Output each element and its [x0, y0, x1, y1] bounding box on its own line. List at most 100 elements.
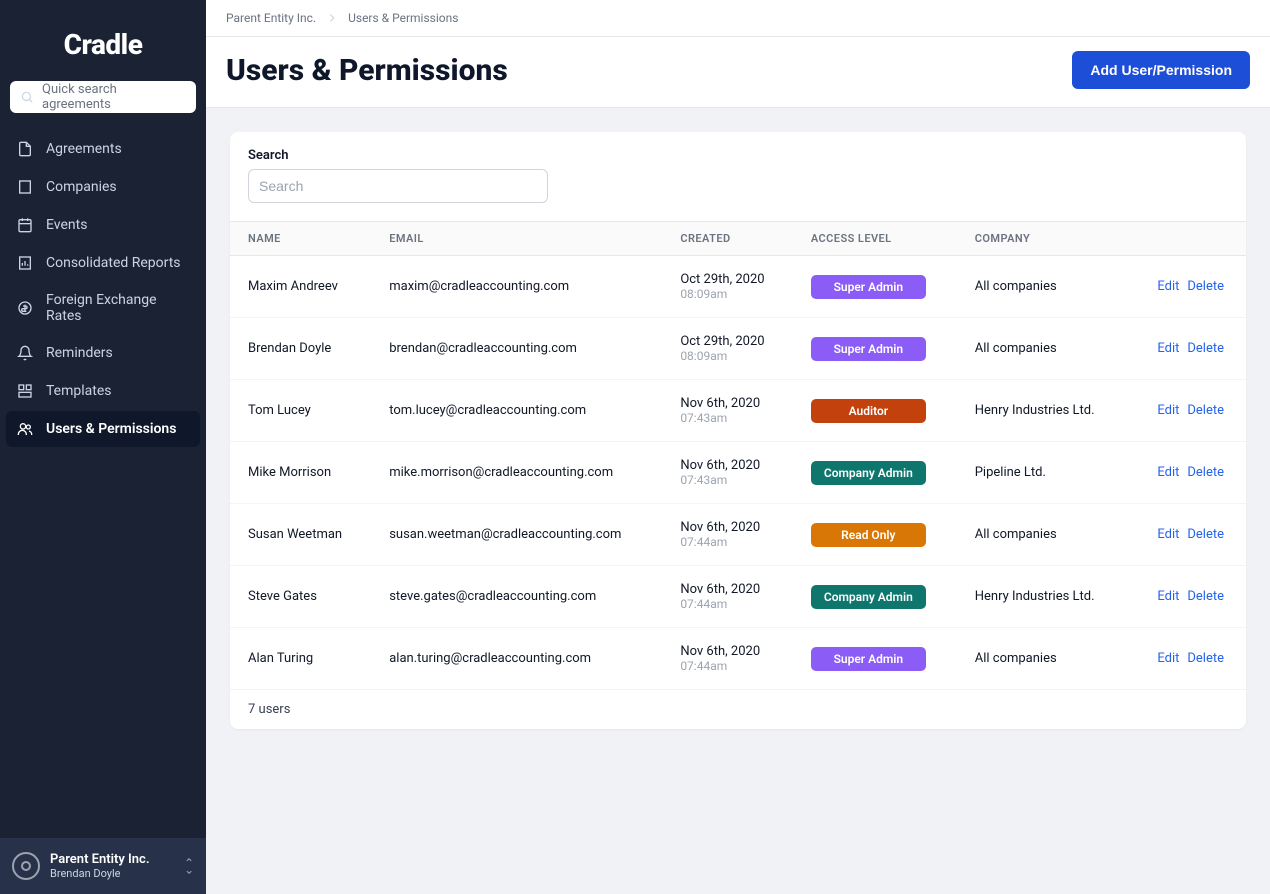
users-card: Search Name Email Created Access Level C…	[230, 132, 1246, 729]
cell-name: Susan Weetman	[230, 504, 371, 566]
delete-link[interactable]: Delete	[1183, 403, 1228, 418]
search-input[interactable]	[248, 169, 548, 203]
edit-link[interactable]: Edit	[1153, 527, 1183, 542]
cell-created: Nov 6th, 202007:44am	[662, 628, 793, 690]
cell-name: Tom Lucey	[230, 380, 371, 442]
sidebar-item-companies[interactable]: Companies	[6, 169, 200, 205]
search-icon	[18, 88, 36, 106]
cell-name: Mike Morrison	[230, 442, 371, 504]
table-row: Steve Gatessteve.gates@cradleaccounting.…	[230, 566, 1246, 628]
cell-created: Oct 29th, 202008:09am	[662, 318, 793, 380]
sidebar-item-consolidated-reports[interactable]: Consolidated Reports	[6, 245, 200, 281]
cell-created: Nov 6th, 202007:44am	[662, 566, 793, 628]
quick-search-placeholder: Quick search agreements	[42, 82, 188, 112]
sidebar-item-agreements[interactable]: Agreements	[6, 131, 200, 167]
cell-email: steve.gates@cradleaccounting.com	[371, 566, 662, 628]
cell-access: Auditor	[793, 380, 957, 442]
sidebar-item-label: Templates	[46, 383, 112, 399]
edit-link[interactable]: Edit	[1153, 279, 1183, 294]
sidebar: Cradle Quick search agreements Agreement…	[0, 0, 206, 894]
account-switcher[interactable]: Parent Entity Inc. Brendan Doyle ⌃⌃	[0, 838, 206, 894]
footer-entity: Parent Entity Inc.	[50, 852, 150, 867]
cell-access: Company Admin	[793, 442, 957, 504]
table-row: Alan Turingalan.turing@cradleaccounting.…	[230, 628, 1246, 690]
delete-link[interactable]: Delete	[1183, 527, 1228, 542]
cell-name: Alan Turing	[230, 628, 371, 690]
breadcrumb: Parent Entity Inc. Users & Permissions	[206, 0, 1270, 37]
breadcrumb-root[interactable]: Parent Entity Inc.	[226, 11, 316, 25]
col-access[interactable]: Access Level	[793, 222, 957, 256]
sidebar-item-label: Agreements	[46, 141, 122, 157]
breadcrumb-current: Users & Permissions	[348, 11, 458, 25]
cell-email: maxim@cradleaccounting.com	[371, 256, 662, 318]
cell-created: Oct 29th, 202008:09am	[662, 256, 793, 318]
cell-email: tom.lucey@cradleaccounting.com	[371, 380, 662, 442]
edit-link[interactable]: Edit	[1153, 403, 1183, 418]
cell-company: All companies	[957, 256, 1126, 318]
sidebar-item-reminders[interactable]: Reminders	[6, 335, 200, 371]
updown-icon: ⌃⌃	[184, 860, 194, 872]
report-icon	[16, 254, 34, 272]
avatar-icon	[12, 852, 40, 880]
edit-link[interactable]: Edit	[1153, 465, 1183, 480]
cell-company: Pipeline Ltd.	[957, 442, 1126, 504]
delete-link[interactable]: Delete	[1183, 341, 1228, 356]
edit-link[interactable]: Edit	[1153, 651, 1183, 666]
chevron-right-icon	[324, 10, 340, 26]
access-badge: Read Only	[811, 523, 926, 547]
document-icon	[16, 140, 34, 158]
search-label: Search	[248, 148, 1228, 163]
cell-company: All companies	[957, 504, 1126, 566]
access-badge: Super Admin	[811, 647, 926, 671]
cell-created: Nov 6th, 202007:43am	[662, 380, 793, 442]
col-created[interactable]: Created	[662, 222, 793, 256]
table-row: Brendan Doylebrendan@cradleaccounting.co…	[230, 318, 1246, 380]
col-name[interactable]: Name	[230, 222, 371, 256]
table-row: Susan Weetmansusan.weetman@cradleaccount…	[230, 504, 1246, 566]
cell-name: Maxim Andreev	[230, 256, 371, 318]
sidebar-item-label: Users & Permissions	[46, 421, 176, 437]
sidebar-item-users-permissions[interactable]: Users & Permissions	[6, 411, 200, 447]
cell-name: Steve Gates	[230, 566, 371, 628]
cell-created: Nov 6th, 202007:44am	[662, 504, 793, 566]
building-icon	[16, 178, 34, 196]
add-user-button[interactable]: Add User/Permission	[1072, 51, 1250, 89]
access-badge: Super Admin	[811, 275, 926, 299]
delete-link[interactable]: Delete	[1183, 279, 1228, 294]
delete-link[interactable]: Delete	[1183, 651, 1228, 666]
cell-company: Henry Industries Ltd.	[957, 566, 1126, 628]
access-badge: Company Admin	[811, 461, 926, 485]
sidebar-item-events[interactable]: Events	[6, 207, 200, 243]
col-email[interactable]: Email	[371, 222, 662, 256]
cell-access: Super Admin	[793, 628, 957, 690]
table-row: Maxim Andreevmaxim@cradleaccounting.comO…	[230, 256, 1246, 318]
bell-icon	[16, 344, 34, 362]
cell-email: alan.turing@cradleaccounting.com	[371, 628, 662, 690]
delete-link[interactable]: Delete	[1183, 589, 1228, 604]
delete-link[interactable]: Delete	[1183, 465, 1228, 480]
main-nav: Agreements Companies Events Consolidated Re…	[0, 127, 206, 451]
cell-company: Henry Industries Ltd.	[957, 380, 1126, 442]
cell-company: All companies	[957, 318, 1126, 380]
users-table: Name Email Created Access Level Company …	[230, 221, 1246, 690]
access-badge: Super Admin	[811, 337, 926, 361]
sidebar-item-templates[interactable]: Templates	[6, 373, 200, 409]
col-company[interactable]: Company	[957, 222, 1126, 256]
table-footer: 7 users	[230, 690, 1246, 729]
quick-search[interactable]: Quick search agreements	[10, 81, 196, 113]
page-title: Users & Permissions	[226, 53, 508, 88]
sidebar-item-label: Consolidated Reports	[46, 255, 181, 271]
template-icon	[16, 382, 34, 400]
sidebar-item-label: Companies	[46, 179, 117, 195]
page-header: Users & Permissions Add User/Permission	[206, 37, 1270, 108]
sidebar-item-foreign-exchange-rates[interactable]: Foreign Exchange Rates	[6, 283, 200, 333]
cell-email: brendan@cradleaccounting.com	[371, 318, 662, 380]
edit-link[interactable]: Edit	[1153, 341, 1183, 356]
cell-email: mike.morrison@cradleaccounting.com	[371, 442, 662, 504]
cell-access: Read Only	[793, 504, 957, 566]
table-row: Mike Morrisonmike.morrison@cradleaccount…	[230, 442, 1246, 504]
edit-link[interactable]: Edit	[1153, 589, 1183, 604]
main-content: Parent Entity Inc. Users & Permissions U…	[206, 0, 1270, 894]
access-badge: Company Admin	[811, 585, 926, 609]
users-icon	[16, 420, 34, 438]
